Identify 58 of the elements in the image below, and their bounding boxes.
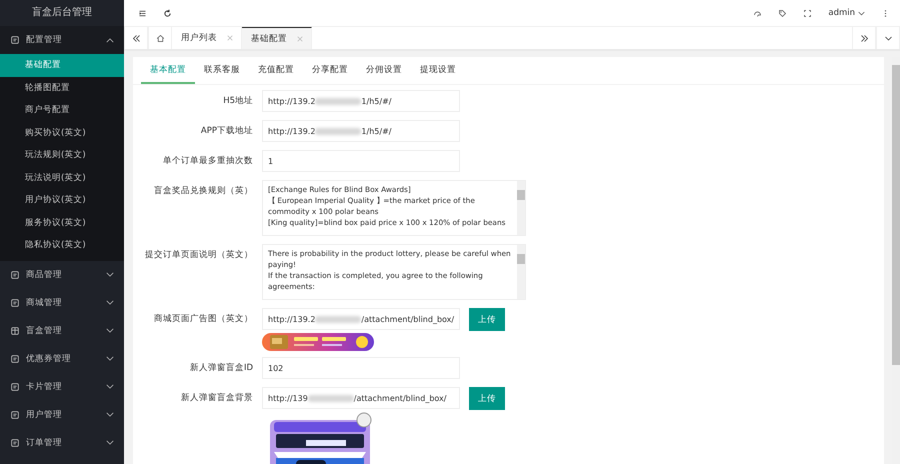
menu-item[interactable]: 卡片管理 [0,372,124,400]
text-field[interactable]: http://139.2 1/h5/#/ [262,90,460,112]
submenu-item[interactable]: 商户号配置 [0,99,124,122]
submenu-item[interactable]: 用户协议(英文) [0,189,124,212]
submenu-item[interactable]: 玩法规则(英文) [0,144,124,166]
submenu-item[interactable]: 服务协议(英文) [0,212,124,234]
chevron-icon [106,412,114,417]
text-field[interactable]: 1 [262,150,460,172]
fullscreen-icon[interactable] [803,8,812,18]
config-tab[interactable]: 提现设置 [411,57,465,84]
field-label: H5地址 [222,95,253,108]
menu-item[interactable]: 优惠券管理 [0,344,124,372]
field-label: 新人弹窗盲盒ID [188,362,253,375]
double-chevron-left-icon[interactable] [132,34,140,42]
upload-button[interactable]: 上传 [469,387,505,410]
text-field[interactable]: http://139.2 /attachment/blind_box/ [262,308,460,330]
config-tab[interactable]: 分享配置 [303,57,357,84]
text-field[interactable]: 102 [262,357,460,379]
chevron-icon [106,300,114,305]
submenu-item[interactable]: 基础配置 [0,54,124,76]
menu-item[interactable]: 用户管理 [0,400,124,428]
double-chevron-right-icon[interactable] [860,34,868,42]
chevron-icon [106,356,114,361]
tag-icon[interactable] [778,8,788,18]
chevron-icon [858,10,865,16]
field-label: 盲盒奖品兑换规则（英） [153,184,253,198]
config-tab[interactable]: 基本配置 [141,57,195,84]
chevron-icon [106,38,114,42]
config-tab[interactable]: 充值配置 [249,57,303,84]
field-label: 新人弹窗盲盒背景 [180,392,253,405]
menu-item[interactable]: 商品管理 [0,260,124,288]
field-label: 商城页面广告图（英文） [153,313,253,326]
menu-item[interactable]: 订单管理 [0,428,124,456]
submenu-item[interactable]: 隐私协议(英文) [0,234,124,256]
field-label: 单个订单最多重抽次数 [162,155,253,168]
menu-item[interactable]: 商城管理 [0,288,124,316]
chevron-icon [106,272,114,277]
submenu-item[interactable]: 轮播图配置 [0,76,124,99]
app-title: 盲盒后台管理 [31,6,93,20]
submenu-item[interactable]: 玩法说明(英文) [0,166,124,189]
refresh-icon[interactable] [163,8,172,18]
page-tab[interactable]: 基础配置 [242,27,312,49]
chevron-down-icon[interactable] [884,34,892,42]
field-label: APP下载地址 [200,125,253,138]
chevron-icon [106,328,114,333]
user-menu[interactable]: admin [828,8,855,18]
config-tab[interactable]: 分佣设置 [357,57,411,84]
chevron-icon [106,440,114,445]
chevron-icon [106,384,114,389]
text-field[interactable]: http://139 /attachment/blind_box/ [262,387,460,409]
menu-item[interactable]: 盲盒管理 [0,316,124,344]
menu-item[interactable]: 配置管理 [0,26,124,54]
text-field[interactable]: http://139.2 1/h5/#/ [262,120,460,142]
submenu-item[interactable]: 购买协议(英文) [0,122,124,144]
home-icon[interactable] [156,34,164,42]
config-tab[interactable]: 联系客服 [195,57,249,84]
upload-button[interactable]: 上传 [469,308,505,331]
field-label: 提交订单页面说明（英文） [144,248,253,262]
